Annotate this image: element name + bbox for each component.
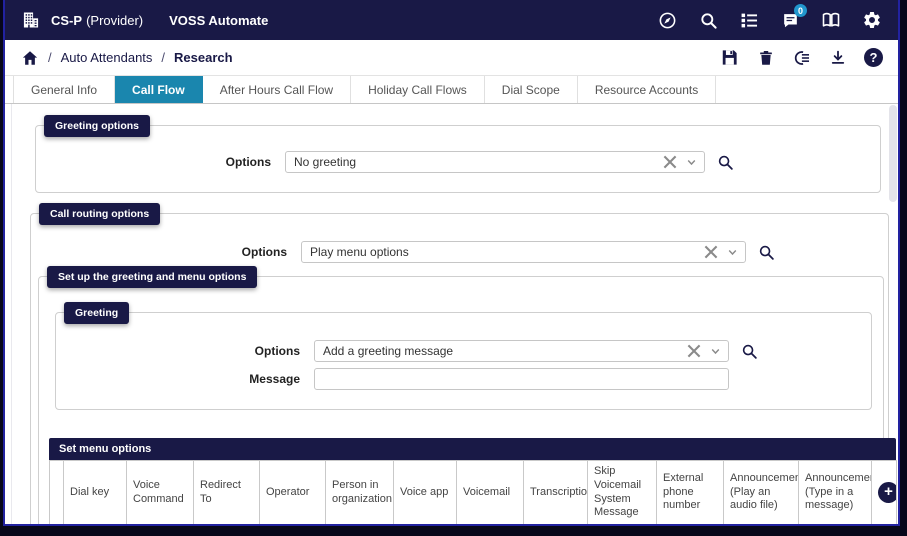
top-bar: CS-P (Provider) VOSS Automate 0 xyxy=(5,0,898,40)
home-icon[interactable] xyxy=(20,48,39,67)
col-announcement-message: Announcement (Type in a message) xyxy=(798,460,872,524)
tab-bar: General Info Call Flow After Hours Call … xyxy=(5,76,898,104)
col-dial-key: Dial key xyxy=(63,460,127,524)
topbar-icon-group: 0 xyxy=(657,4,882,30)
greeting-message-label: Message xyxy=(249,372,300,386)
set-menu-options-table: Set menu options Dial key Voice Command … xyxy=(49,438,897,524)
col-voice-app: Voice app xyxy=(393,460,457,524)
breadcrumb-toolbar: / Auto Attendants / Research ? xyxy=(5,40,898,76)
setup-greeting-menu-section: Set up the greeting and menu options Gre… xyxy=(38,266,897,524)
chevron-down-icon[interactable] xyxy=(710,346,721,357)
export-download-icon[interactable] xyxy=(828,48,847,67)
clear-icon[interactable] xyxy=(686,343,702,359)
numbered-list-icon[interactable] xyxy=(739,10,759,30)
chevron-down-icon[interactable] xyxy=(686,157,697,168)
greeting-message-input[interactable] xyxy=(314,368,729,390)
compass-icon[interactable] xyxy=(657,10,677,30)
search-icon[interactable] xyxy=(698,10,718,30)
call-flow-content: Greeting options Options No greeting Cal… xyxy=(5,104,898,524)
greeting-message-options-select[interactable]: Add a greeting message xyxy=(314,340,729,362)
gear-icon[interactable] xyxy=(862,10,882,30)
col-voice-command: Voice Command xyxy=(126,460,194,524)
tab-dial-scope[interactable]: Dial Scope xyxy=(485,76,578,103)
col-external-phone-number: External phone number xyxy=(656,460,724,524)
col-transcription: Transcription xyxy=(523,460,588,524)
transactions-icon[interactable] xyxy=(792,48,811,67)
add-row-column: + xyxy=(871,460,897,524)
window-frame: CS-P (Provider) VOSS Automate 0 / Auto A… xyxy=(0,0,907,536)
call-routing-section-title: Call routing options xyxy=(39,203,161,225)
call-routing-options-label: Options xyxy=(241,245,287,259)
add-row-button[interactable]: + xyxy=(878,482,896,503)
help-icon[interactable]: ? xyxy=(864,48,883,67)
breadcrumb-separator: / xyxy=(48,50,52,65)
col-skip-voicemail-system-message: Skip Voicemail System Message xyxy=(587,460,657,524)
building-icon xyxy=(21,10,41,30)
app-window: CS-P (Provider) VOSS Automate 0 / Auto A… xyxy=(3,0,900,526)
org-role: (Provider) xyxy=(86,12,144,28)
col-redirect-to: Redirect To xyxy=(193,460,260,524)
set-menu-options-title: Set menu options xyxy=(49,438,896,460)
tab-holiday-call-flows[interactable]: Holiday Call Flows xyxy=(351,76,485,103)
chat-icon[interactable]: 0 xyxy=(780,4,807,30)
greeting-options-value: No greeting xyxy=(294,155,357,169)
greeting-options-select[interactable]: No greeting xyxy=(285,151,705,173)
row-handle-column xyxy=(49,460,64,524)
call-routing-options-select[interactable]: Play menu options xyxy=(301,241,746,263)
book-icon[interactable] xyxy=(821,10,841,30)
setup-section-title: Set up the greeting and menu options xyxy=(47,266,258,288)
clear-icon[interactable] xyxy=(662,154,678,170)
tab-resource-accounts[interactable]: Resource Accounts xyxy=(578,76,717,103)
breadcrumb-research: Research xyxy=(174,50,233,65)
org-name[interactable]: CS-P xyxy=(51,13,82,28)
col-announcement-audio: Announcement (Play an audio file) xyxy=(723,460,799,524)
panel-edge-line xyxy=(11,104,12,524)
lookup-search-icon[interactable] xyxy=(758,244,775,261)
col-voicemail: Voicemail xyxy=(456,460,524,524)
lookup-search-icon[interactable] xyxy=(741,343,758,360)
tab-after-hours-call-flow[interactable]: After Hours Call Flow xyxy=(203,76,352,103)
tab-call-flow[interactable]: Call Flow xyxy=(115,76,203,103)
call-routing-options-section: Call routing options Options Play menu o… xyxy=(30,203,897,524)
clear-icon[interactable] xyxy=(703,244,719,260)
app-title: VOSS Automate xyxy=(169,12,269,28)
tab-general-info[interactable]: General Info xyxy=(13,76,116,103)
breadcrumb-separator: / xyxy=(161,50,166,65)
breadcrumb-auto-attendants[interactable]: Auto Attendants xyxy=(61,50,153,65)
col-person-in-organization: Person in organization xyxy=(325,460,394,524)
call-routing-options-value: Play menu options xyxy=(310,245,409,259)
delete-icon[interactable] xyxy=(756,48,775,67)
greeting-options-section: Greeting options Options No greeting xyxy=(35,115,881,193)
chat-count-badge: 0 xyxy=(794,4,807,17)
scrollbar-thumb[interactable] xyxy=(889,105,897,202)
save-icon[interactable] xyxy=(720,48,739,67)
lookup-search-icon[interactable] xyxy=(717,154,734,171)
greeting-options-label: Options xyxy=(225,155,271,169)
col-operator: Operator xyxy=(259,460,326,524)
greeting-options-section-title: Greeting options xyxy=(44,115,150,137)
greeting-message-options-value: Add a greeting message xyxy=(323,344,454,358)
record-action-icons: ? xyxy=(720,48,883,67)
greeting-message-options-label: Options xyxy=(254,344,300,358)
greeting-section-title: Greeting xyxy=(64,302,130,324)
chevron-down-icon[interactable] xyxy=(727,247,738,258)
greeting-section: Greeting Options Add a greeting message xyxy=(55,302,872,410)
table-header-row: Dial key Voice Command Redirect To Opera… xyxy=(49,460,897,524)
